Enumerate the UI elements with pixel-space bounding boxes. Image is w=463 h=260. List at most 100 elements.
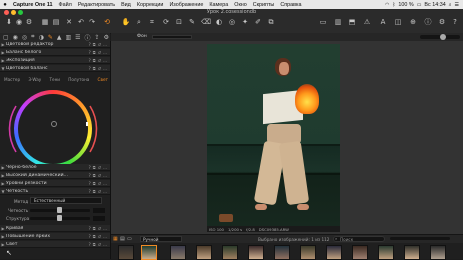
more-icon[interactable]: … <box>103 42 107 47</box>
more-icon[interactable]: … <box>103 50 107 55</box>
bluetooth-icon[interactable]: ᛒ <box>392 2 395 8</box>
method-select[interactable]: Естественный <box>30 197 102 204</box>
info-icon[interactable]: ? <box>89 242 91 247</box>
info-icon[interactable]: ? <box>89 226 91 231</box>
process-icon[interactable]: ⚙ <box>24 17 34 27</box>
info-icon[interactable]: ? <box>89 189 91 194</box>
more-icon[interactable]: … <box>103 165 107 170</box>
loupe-icon[interactable]: ⌕ <box>134 17 144 27</box>
clarity-slider-thumb[interactable] <box>57 207 62 213</box>
overlay-icon[interactable]: ⬒ <box>347 17 357 27</box>
viewer-layout-icon[interactable]: ▭ <box>318 17 328 27</box>
list-view-icon[interactable]: ▤ <box>120 236 125 242</box>
info-icon[interactable]: ? <box>89 42 91 47</box>
more-icon[interactable]: … <box>103 181 107 186</box>
more-icon[interactable]: … <box>103 173 107 178</box>
reset-icon[interactable]: ↺ <box>98 189 101 194</box>
exposure-warning-icon[interactable]: ⚠ <box>362 17 372 27</box>
thumbnail-size-slider[interactable] <box>390 237 450 240</box>
rotate-icon[interactable]: ⟳ <box>161 17 171 27</box>
thumbnail[interactable] <box>352 245 368 260</box>
lens-tab-icon[interactable]: ◎ <box>22 34 27 41</box>
grid-view-icon[interactable]: ▦ <box>113 236 118 242</box>
color-tab-icon[interactable]: ✎ <box>48 34 53 41</box>
output-tab-icon[interactable]: ⇪ <box>95 34 100 41</box>
exposure-tab-icon[interactable]: ◑ <box>39 34 44 41</box>
reset-icon[interactable]: ↺ <box>98 226 101 231</box>
menu-app[interactable]: Capture One 11 <box>10 2 56 8</box>
more-icon[interactable]: … <box>103 226 107 231</box>
structure-slider-thumb[interactable] <box>57 215 62 221</box>
menu-window[interactable]: Окно <box>231 2 250 8</box>
clock[interactable]: Вс 14:34 <box>424 2 445 8</box>
reset-icon[interactable]: ⟲ <box>102 17 112 27</box>
adjustments-tab-icon[interactable]: ☰ <box>75 34 80 41</box>
grid-icon[interactable]: ▦ <box>40 17 50 27</box>
thumbnail[interactable] <box>196 245 212 260</box>
copy-icon[interactable]: ⧉ <box>266 17 276 27</box>
reset-icon[interactable]: ↺ <box>98 242 101 247</box>
copy-icon[interactable]: ⧉ <box>93 242 96 247</box>
composition-tab-icon[interactable]: ⌗ <box>31 33 34 41</box>
info-icon[interactable]: ? <box>89 58 91 63</box>
thumbnail[interactable] <box>326 245 342 260</box>
thumbnail[interactable] <box>248 245 264 260</box>
main-photo[interactable] <box>207 44 340 226</box>
tab-highlights[interactable]: Свет <box>98 77 108 83</box>
tab-shadows[interactable]: Тени <box>49 77 60 83</box>
info-icon[interactable]: ? <box>89 234 91 239</box>
structure-value[interactable] <box>93 216 105 221</box>
saturation-arcs[interactable] <box>8 96 98 162</box>
copy-icon[interactable]: ⧉ <box>93 189 96 194</box>
reset-icon[interactable]: ↺ <box>98 58 101 63</box>
thumbnail[interactable] <box>404 245 420 260</box>
redo-icon[interactable]: ↷ <box>87 17 97 27</box>
reset-icon[interactable]: ↺ <box>98 234 101 239</box>
tool-levels[interactable]: ▶ Уровни резкости ? ⧉ ↺… <box>0 180 110 187</box>
tab-3way[interactable]: 3-Way <box>28 77 41 83</box>
tool-black-and-white[interactable]: ▶ Черно-белое ? ⧉ ↺… <box>0 164 110 171</box>
eraser-icon[interactable]: ⌫ <box>201 17 211 27</box>
wifi-icon[interactable]: ◠ <box>385 2 389 8</box>
zoom-window-button[interactable] <box>18 10 23 15</box>
sort-icon[interactable]: ▤ <box>51 17 61 27</box>
browser-layout-icon[interactable]: ▥ <box>333 17 343 27</box>
thumbnail[interactable] <box>222 245 238 260</box>
reset-icon[interactable]: ↺ <box>98 165 101 170</box>
zoom-slider-thumb[interactable] <box>440 34 446 40</box>
keystone-icon[interactable]: ⊡ <box>174 17 184 27</box>
info-icon[interactable]: ⓘ <box>423 17 433 27</box>
annotation-icon[interactable]: ✐ <box>253 17 263 27</box>
capture-icon[interactable]: ◉ <box>14 17 24 27</box>
copy-icon[interactable]: ⧉ <box>93 50 96 55</box>
menu-scripts[interactable]: Скрипты <box>250 2 278 8</box>
text-icon[interactable]: A <box>378 17 388 27</box>
tool-hdr[interactable]: ▶ Высокий динамический... ? ⧉ ↺… <box>0 172 110 179</box>
copy-icon[interactable]: ⧉ <box>93 42 96 47</box>
picker-icon[interactable]: ✦ <box>240 17 250 27</box>
more-icon[interactable]: … <box>103 242 107 247</box>
gradient-icon[interactable]: ◐ <box>214 17 224 27</box>
reset-icon[interactable]: ↺ <box>98 42 101 47</box>
settings-icon[interactable]: ⚙ <box>437 17 447 27</box>
copy-icon[interactable]: ⧉ <box>93 234 96 239</box>
menu-help[interactable]: Справка <box>277 2 304 8</box>
viewer-label[interactable]: Фон <box>137 34 147 39</box>
copy-icon[interactable]: ⧉ <box>93 58 96 63</box>
apple-icon[interactable]: ● <box>0 2 10 8</box>
focus-icon[interactable]: ⊕ <box>408 17 418 27</box>
menu-adjustments[interactable]: Коррекции <box>134 2 167 8</box>
info-icon[interactable]: ? <box>89 181 91 186</box>
tool-white-balance[interactable]: ▶ Баланс белого ? ⧉ ↺… <box>0 49 110 56</box>
proof-icon[interactable]: ◫ <box>393 17 403 27</box>
thumbnail[interactable] <box>118 245 134 260</box>
import-icon[interactable]: ⬇ <box>4 17 14 27</box>
crop-icon[interactable]: ⌗ <box>147 17 157 27</box>
info-icon[interactable]: ? <box>89 165 91 170</box>
pan-tool-icon[interactable]: ✋ <box>121 17 131 27</box>
search-icon[interactable]: ⌕ <box>449 2 452 8</box>
tab-midtones[interactable]: Полутона <box>68 77 89 83</box>
thumbnail[interactable] <box>274 245 290 260</box>
tool-exposure[interactable]: ▶ Экспозиция ? ⧉ ↺… <box>0 57 110 64</box>
reset-icon[interactable]: ↺ <box>98 181 101 186</box>
